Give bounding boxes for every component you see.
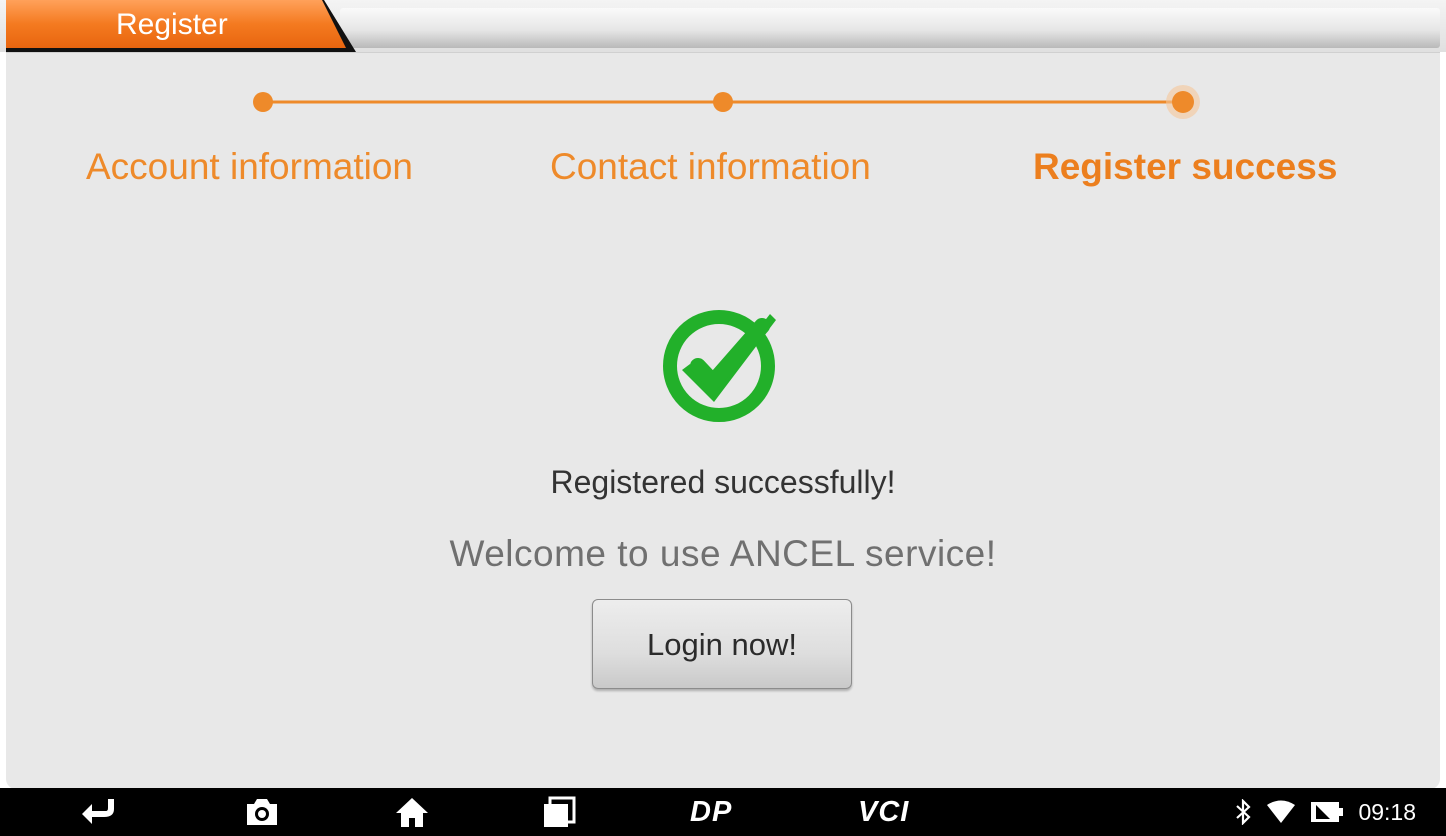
check-circle-icon [663,310,776,422]
status-icons: 09:18 [1234,788,1416,836]
recent-apps-icon[interactable] [542,788,576,836]
dp-button[interactable]: DP [690,796,732,829]
success-message: Registered successfully! [550,464,896,500]
battery-charging-icon [1311,802,1344,822]
step-dot-success [1172,91,1194,113]
progress-stepper: Account information Contact information … [6,53,1440,193]
login-now-button[interactable]: Login now! [592,599,852,689]
bluetooth-icon [1236,799,1252,825]
camera-icon[interactable] [244,788,280,836]
step-success-label: Register success [1033,146,1338,187]
top-bar: Register [0,0,1446,52]
register-tab[interactable]: Register [6,0,356,52]
register-panel: Account information Contact information … [6,52,1440,789]
system-nav-bar: DP VCI 09:18 [0,788,1446,836]
step-dot-contact [713,92,733,112]
step-contact-label: Contact information [550,146,871,187]
step-dot-account [253,92,273,112]
step-account-label: Account information [86,146,414,187]
tab-title: Register [116,8,228,41]
welcome-message: Welcome to use ANCEL service! [449,533,997,574]
title-strip [340,8,1440,48]
status-clock: 09:18 [1358,798,1416,825]
home-icon[interactable] [394,788,430,836]
wifi-icon [1267,800,1296,823]
vci-button[interactable]: VCI [858,796,909,829]
back-icon[interactable] [80,788,120,836]
